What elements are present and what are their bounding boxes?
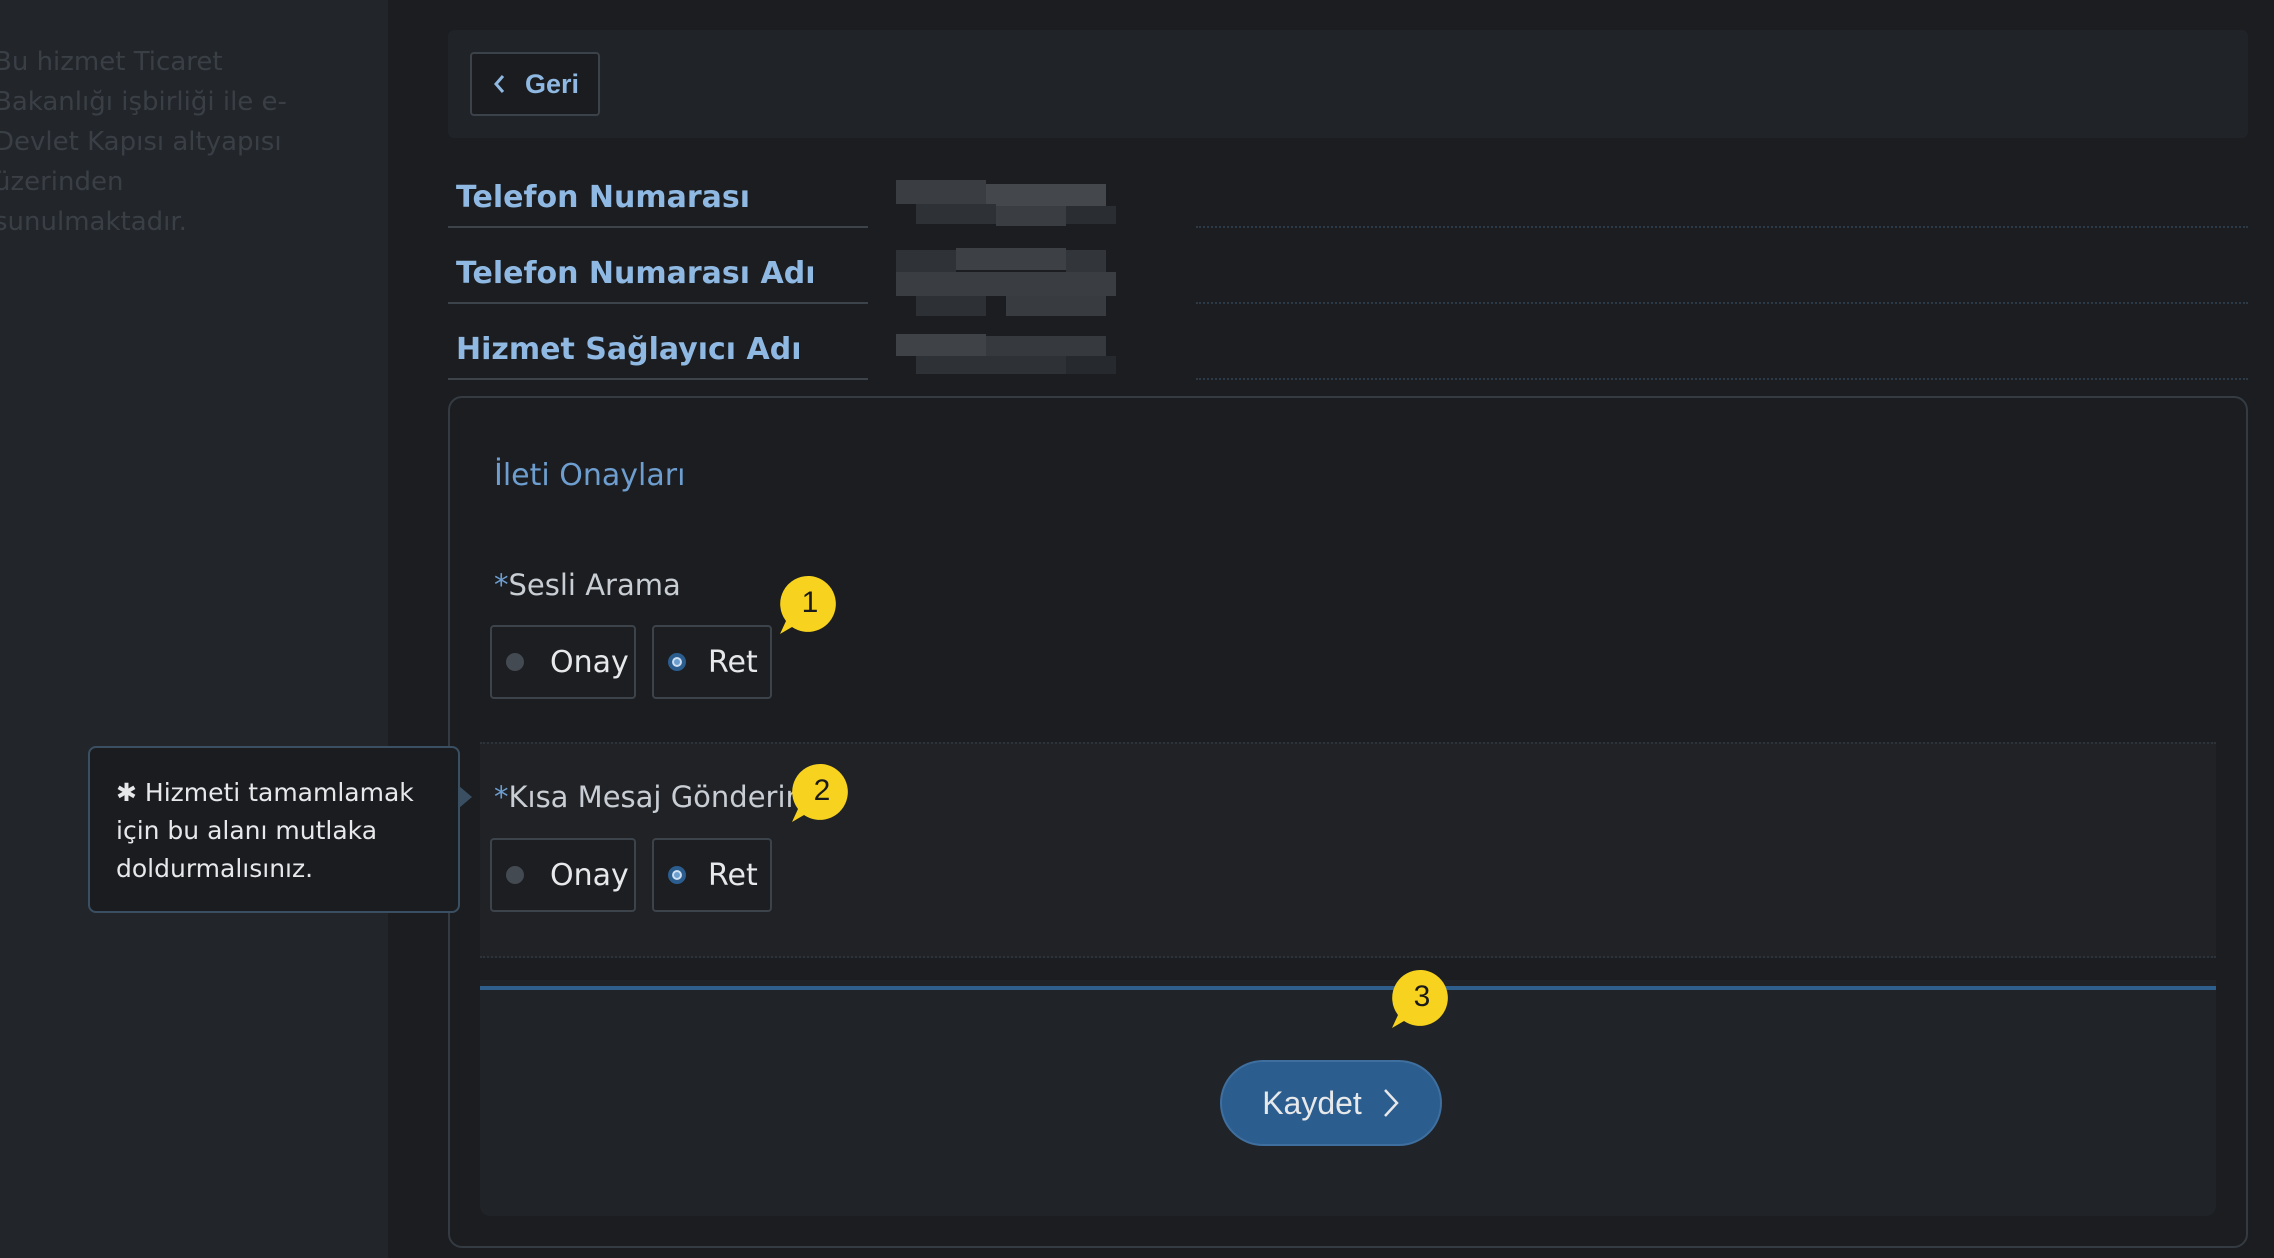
info-underline <box>448 302 868 304</box>
sidebar: Bu hizmet Ticaret Bakanlığı işbirliği il… <box>0 0 388 1258</box>
divider <box>480 986 2216 990</box>
radio-unchecked-icon <box>506 653 524 671</box>
radio-sms-approve[interactable]: Onay <box>490 838 636 912</box>
radio-voice-approve[interactable]: Onay <box>490 625 636 699</box>
info-dotted-line <box>1196 302 2248 304</box>
tooltip-arrow <box>459 786 472 808</box>
callout-badge-3: 3 <box>1390 968 1454 1030</box>
field-label-text: Kısa Mesaj Gönderim <box>508 780 814 814</box>
radio-sms-reject[interactable]: Ret <box>652 838 772 912</box>
top-bar <box>448 30 2248 138</box>
asterisk-icon: ✱ <box>116 778 137 807</box>
field-label-text: Sesli Arama <box>508 568 681 602</box>
info-dotted-line <box>1196 378 2248 380</box>
required-mark: * <box>494 568 509 602</box>
radio-label: Onay <box>550 857 629 893</box>
chevron-right-icon <box>1383 1089 1399 1117</box>
required-field-tooltip: ✱ Hizmeti tamamlamak için bu alanı mutla… <box>88 746 460 913</box>
section-title: İleti Onayları <box>494 458 686 493</box>
radio-label: Ret <box>708 644 758 680</box>
radio-voice-reject[interactable]: Ret <box>652 625 772 699</box>
back-button-label: Geri <box>524 68 580 99</box>
page: Bu hizmet Ticaret Bakanlığı işbirliği il… <box>0 0 2274 1258</box>
chevron-left-icon <box>493 75 505 93</box>
save-button-label: Kaydet <box>1262 1084 1362 1121</box>
info-underline <box>448 378 868 380</box>
redacted-values <box>870 170 1196 422</box>
field-label-sms: *Kısa Mesaj Gönderim <box>494 780 814 814</box>
radio-label: Onay <box>550 644 629 680</box>
save-button[interactable]: Kaydet <box>1220 1060 1442 1146</box>
info-label-phone-number: Telefon Numarası <box>456 180 751 215</box>
info-label-phone-name: Telefon Numarası Adı <box>456 256 816 291</box>
back-button[interactable]: Geri <box>470 52 600 116</box>
callout-badge-1: 1 <box>778 574 842 636</box>
info-dotted-line <box>1196 226 2248 228</box>
tooltip-text: Hizmeti tamamlamak için bu alanı mutlaka… <box>116 778 414 883</box>
radio-label: Ret <box>708 857 758 893</box>
radio-unchecked-icon <box>506 866 524 884</box>
required-mark: * <box>494 780 509 814</box>
info-underline <box>448 226 868 228</box>
callout-badge-2: 2 <box>790 762 854 824</box>
radio-checked-icon <box>668 866 686 884</box>
field-label-voice-call: *Sesli Arama <box>494 568 681 602</box>
radio-checked-icon <box>668 653 686 671</box>
sidebar-note: Bu hizmet Ticaret Bakanlığı işbirliği il… <box>0 47 287 237</box>
info-label-provider-name: Hizmet Sağlayıcı Adı <box>456 332 802 367</box>
